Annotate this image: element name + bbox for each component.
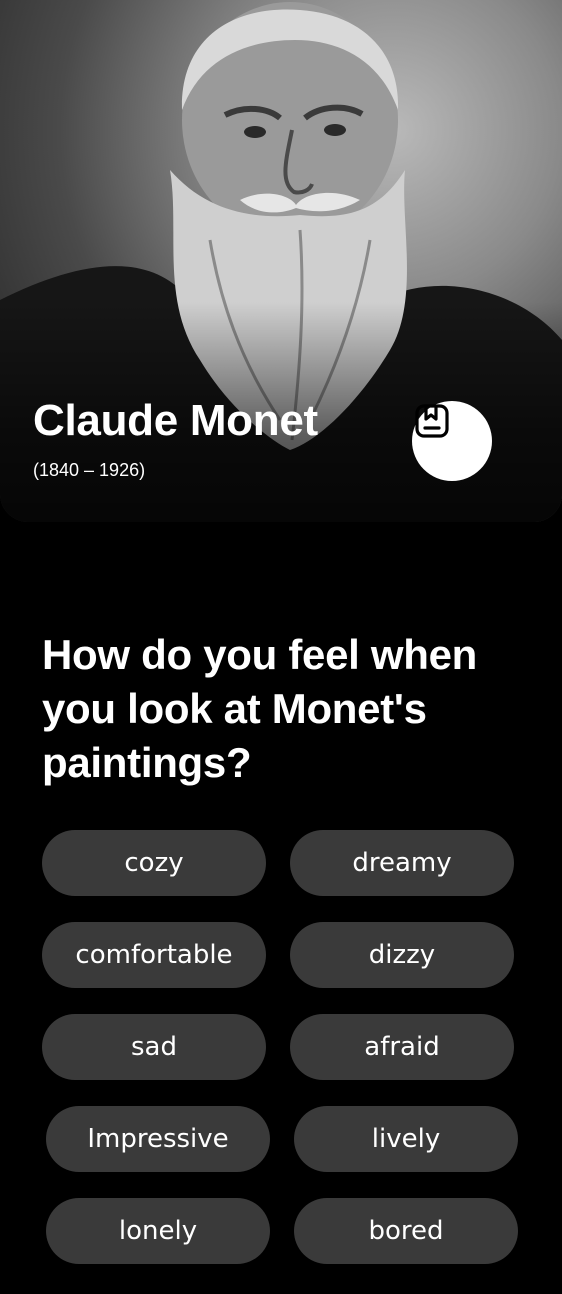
bookmark-button[interactable] — [412, 401, 492, 481]
option-chip[interactable]: comfortable — [42, 922, 266, 988]
option-chip[interactable]: bored — [294, 1198, 518, 1264]
question-title: How do you feel when you look at Monet's… — [42, 631, 478, 786]
option-chip[interactable]: dreamy — [290, 830, 514, 896]
artist-name: Claude Monet — [33, 396, 318, 445]
option-chip[interactable]: sad — [42, 1014, 266, 1080]
bookmark-icon — [415, 404, 449, 438]
artist-years: (1840 – 1926) — [33, 460, 146, 480]
option-chip[interactable]: Impressive — [46, 1106, 270, 1172]
artist-portrait-card: Claude Monet (1840 – 1926) — [0, 0, 562, 522]
option-chip[interactable]: cozy — [42, 830, 266, 896]
option-chip[interactable]: afraid — [290, 1014, 514, 1080]
option-chip[interactable]: lively — [294, 1106, 518, 1172]
option-chip[interactable]: dizzy — [290, 922, 514, 988]
option-chip[interactable]: lonely — [46, 1198, 270, 1264]
